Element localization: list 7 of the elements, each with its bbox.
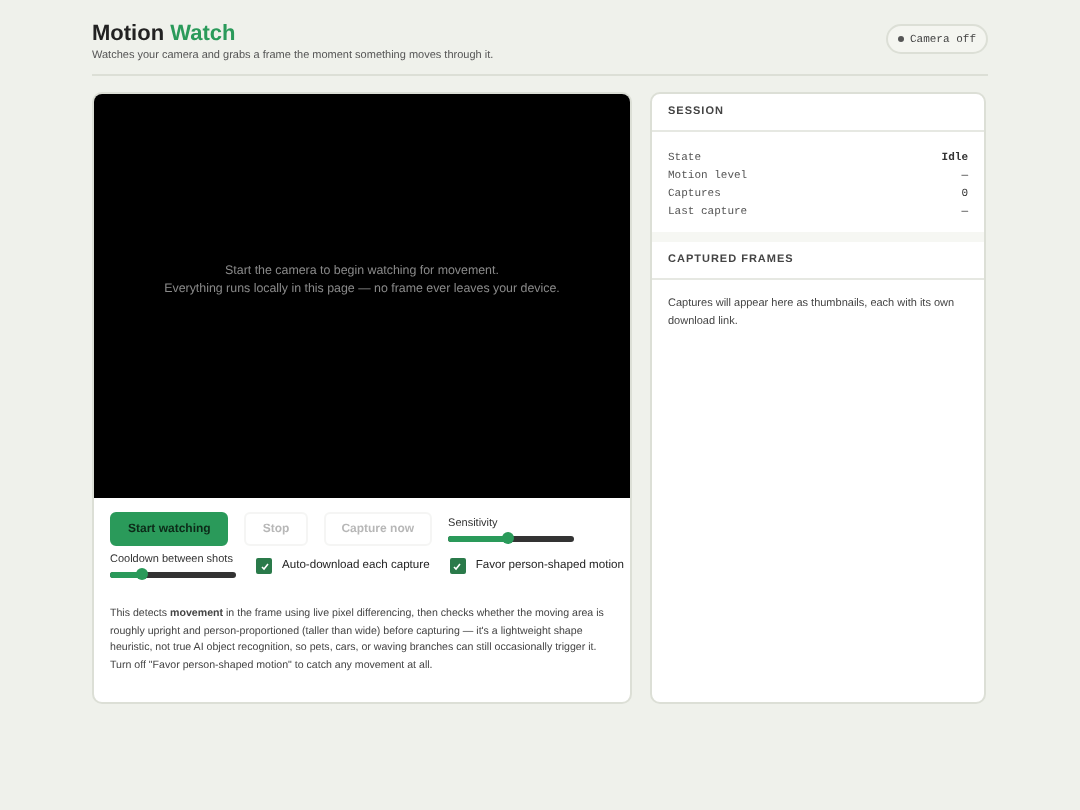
checkbox[interactable]	[449, 558, 466, 574]
slider[interactable]	[110, 572, 236, 578]
slider-thumb[interactable]	[135, 568, 148, 580]
checkbox[interactable]	[256, 558, 272, 574]
slider-thumb[interactable]	[501, 531, 514, 543]
app-title: Motion Watch	[92, 20, 238, 48]
slider[interactable]	[448, 535, 575, 541]
